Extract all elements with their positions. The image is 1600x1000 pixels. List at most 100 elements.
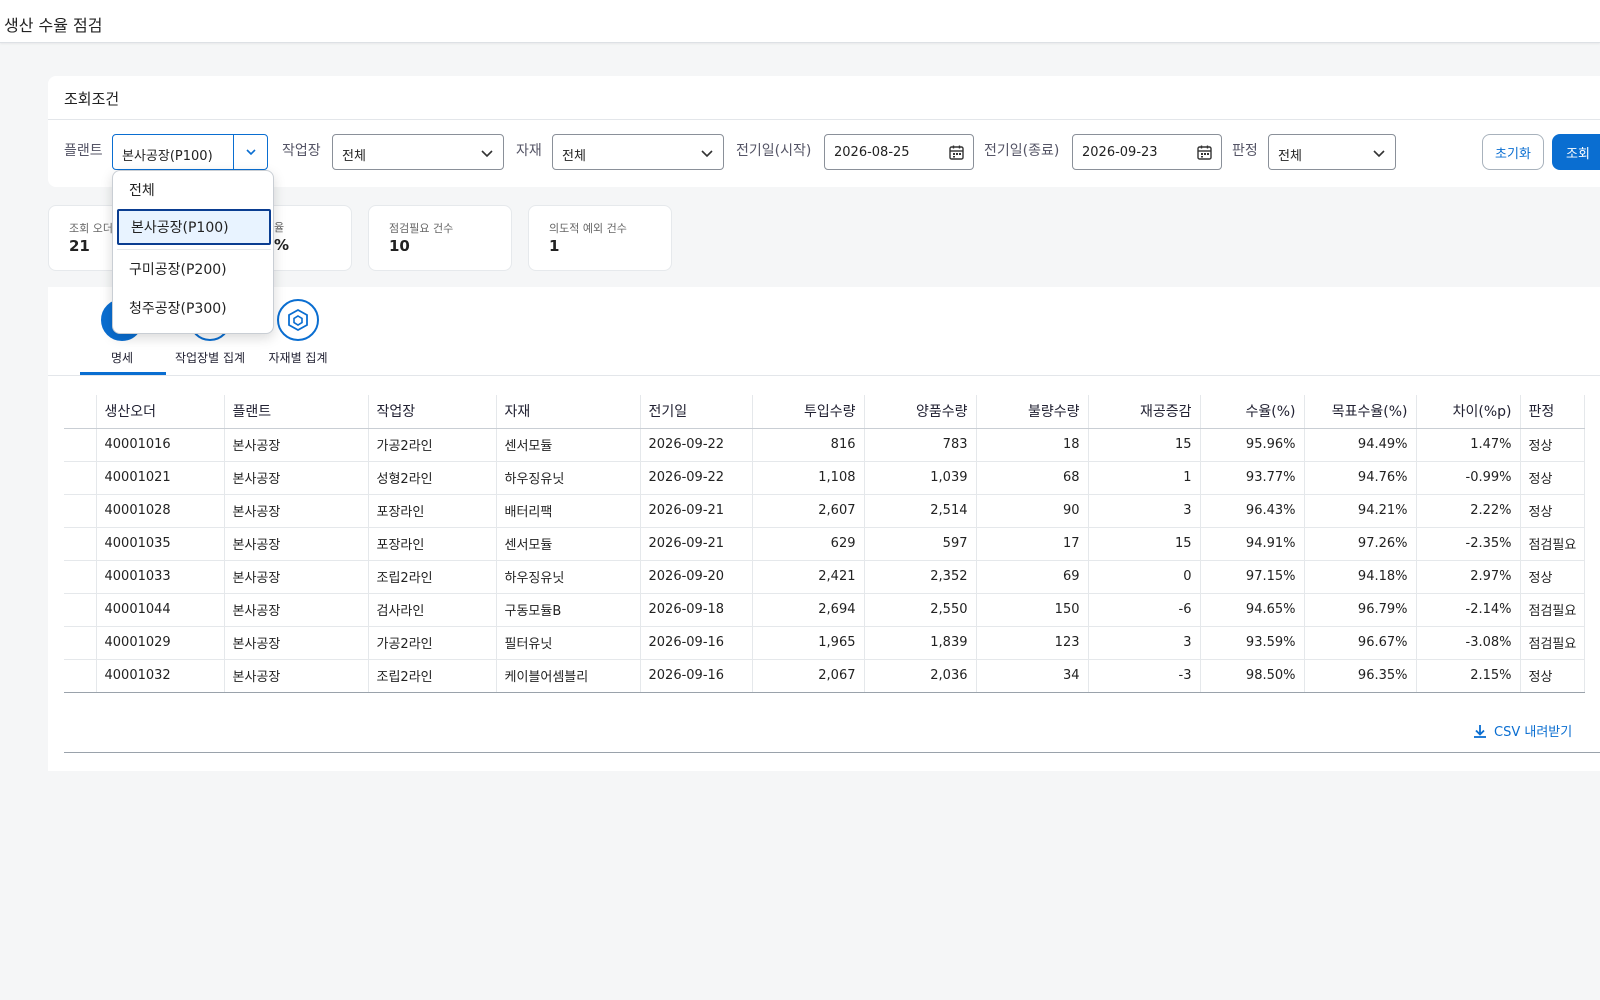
column-header[interactable]: 양품수량 — [864, 395, 977, 429]
table-cell: 96.43% — [1200, 494, 1305, 528]
column-header[interactable]: 수율(%) — [1200, 395, 1305, 429]
table-cell: 센서모듈 — [496, 428, 641, 462]
table-cell: 95.96% — [1200, 428, 1305, 462]
table-row[interactable]: 40001029 본사공장 가공2라인 필터유닛 2026-09-16 1,965 1,83… — [64, 626, 1586, 660]
column-header[interactable]: 판정 — [1520, 395, 1586, 429]
table-cell: 본사공장 — [224, 626, 369, 660]
table-cell: 하우징유닛 — [496, 461, 641, 495]
row-selector[interactable] — [64, 593, 97, 627]
table-row[interactable]: 40001044 본사공장 검사라인 구동모듈B 2026-09-18 2,694 2,55… — [64, 593, 1586, 627]
date-to-input[interactable]: 2026-09-23 — [1072, 134, 1222, 170]
table-cell: 90 — [976, 494, 1089, 528]
material-label: 자재 — [516, 143, 542, 159]
row-selector[interactable] — [64, 461, 97, 495]
column-header[interactable]: 목표수율(%) — [1304, 395, 1417, 429]
tab-label: 자재별 집계 — [268, 351, 328, 365]
material-select[interactable]: 전체 — [552, 134, 724, 170]
calendar-icon[interactable] — [948, 144, 965, 161]
table-row[interactable]: 40001033 본사공장 조립2라인 하우징유닛 2026-09-20 2,421 2,3… — [64, 560, 1586, 594]
table-row[interactable]: 40001021 본사공장 성형2라인 하우징유닛 2026-09-22 1,108 1,0… — [64, 461, 1586, 495]
row-selector-header[interactable] — [64, 395, 97, 429]
table-row[interactable]: 40001035 본사공장 포장라인 센서모듈 2026-09-21 629 597 17 15… — [64, 527, 1586, 561]
table-cell: 40001035 — [96, 527, 225, 561]
table-cell: 150 — [976, 593, 1089, 627]
reset-button[interactable]: 초기화 — [1482, 134, 1544, 170]
dropdown-option-selected[interactable]: 본사공장(P100) — [117, 209, 271, 245]
judgment-select[interactable]: 전체 — [1268, 134, 1396, 170]
kpi-value: 1 — [549, 237, 560, 255]
column-header[interactable]: 재공증감 — [1088, 395, 1201, 429]
table-cell: 검사라인 — [368, 593, 497, 627]
csv-download-label: CSV 내려받기 — [1494, 725, 1573, 740]
table-cell: 2026-09-18 — [640, 593, 753, 627]
date-from-input[interactable]: 2026-08-25 — [824, 134, 974, 170]
table-row[interactable]: 40001028 본사공장 포장라인 배터리팩 2026-09-21 2,607 2,514… — [64, 494, 1586, 528]
workcenter-select[interactable]: 전체 — [332, 134, 504, 170]
table-cell: 정상 — [1520, 659, 1586, 693]
table-cell: 68 — [976, 461, 1089, 495]
row-selector[interactable] — [64, 428, 97, 462]
cube-icon — [277, 299, 319, 341]
table-cell: 정상 — [1520, 560, 1586, 594]
row-selector[interactable] — [64, 494, 97, 528]
page-title: 생산 수율 점검 — [4, 16, 103, 35]
dropdown-option[interactable]: 청주공장(P300) — [113, 289, 273, 329]
column-header[interactable]: 불량수량 — [976, 395, 1089, 429]
kpi-label: 율 — [274, 221, 285, 234]
table-header-row: 생산오더 플랜트 작업장 자재 전기일 투입수량 양품수량 불량수량 재공증감 … — [64, 395, 1586, 429]
column-header[interactable]: 작업장 — [368, 395, 497, 429]
table-cell: -2.35% — [1416, 527, 1521, 561]
table-cell: 3 — [1088, 494, 1201, 528]
table-cell: 1,965 — [752, 626, 865, 660]
column-header[interactable]: 차이(%p) — [1416, 395, 1521, 429]
table-cell: 본사공장 — [224, 659, 369, 693]
table-cell: 783 — [864, 428, 977, 462]
kpi-label: 점검필요 건수 — [389, 222, 454, 235]
table-cell: 본사공장 — [224, 428, 369, 462]
table-cell: 94.91% — [1200, 527, 1305, 561]
row-selector[interactable] — [64, 626, 97, 660]
table-cell: 94.49% — [1304, 428, 1417, 462]
date-to-value: 2026-09-23 — [1082, 145, 1158, 160]
judgment-label: 판정 — [1232, 143, 1258, 159]
table-cell: 597 — [864, 527, 977, 561]
table-cell: 2.15% — [1416, 659, 1521, 693]
judgment-select-value: 전체 — [1278, 149, 1302, 164]
table-row[interactable]: 40001032 본사공장 조립2라인 케이블어셈블리 2026-09-16 2,067 2… — [64, 659, 1586, 693]
column-header[interactable]: 플랜트 — [224, 395, 369, 429]
table-cell: 포장라인 — [368, 494, 497, 528]
plant-dropdown-list: 전체 본사공장(P100) 구미공장(P200) 청주공장(P300) — [112, 170, 274, 334]
row-selector[interactable] — [64, 659, 97, 693]
kpi-card-intentional-exception: 의도적 예외 건수 1 — [528, 205, 672, 271]
table-cell: 18 — [976, 428, 1089, 462]
csv-download-link[interactable]: CSV 내려받기 — [1472, 721, 1572, 740]
table-row[interactable]: 40001016 본사공장 가공2라인 센서모듈 2026-09-22 816 783 18 1… — [64, 428, 1586, 462]
workcenter-label: 작업장 — [282, 143, 321, 159]
row-selector[interactable] — [64, 560, 97, 594]
dropdown-option[interactable]: 전체 — [113, 171, 273, 211]
calendar-icon[interactable] — [1196, 144, 1213, 161]
column-header[interactable]: 투입수량 — [752, 395, 865, 429]
column-header[interactable]: 자재 — [496, 395, 641, 429]
plant-label: 플랜트 — [64, 143, 103, 159]
table-cell: 40001028 — [96, 494, 225, 528]
dropdown-option[interactable]: 구미공장(P200) — [113, 250, 273, 290]
table-cell: 96.79% — [1304, 593, 1417, 627]
kpi-label: 의도적 예외 건수 — [549, 222, 627, 235]
column-header[interactable]: 전기일 — [640, 395, 753, 429]
table-cell: 2,067 — [752, 659, 865, 693]
table-cell: 성형2라인 — [368, 461, 497, 495]
search-button[interactable]: 조회 — [1552, 134, 1600, 170]
row-selector[interactable] — [64, 527, 97, 561]
table-cell: 2,694 — [752, 593, 865, 627]
table-cell: 정상 — [1520, 461, 1586, 495]
plant-dropdown-button[interactable] — [233, 135, 267, 169]
table-cell: 40001033 — [96, 560, 225, 594]
table-cell: 40001016 — [96, 428, 225, 462]
table-cell: 정상 — [1520, 494, 1586, 528]
column-header[interactable]: 생산오더 — [96, 395, 225, 429]
table-cell: 2.97% — [1416, 560, 1521, 594]
table-cell: 98.50% — [1200, 659, 1305, 693]
table-cell: 94.21% — [1304, 494, 1417, 528]
plant-select[interactable]: 본사공장(P100) — [112, 134, 268, 170]
